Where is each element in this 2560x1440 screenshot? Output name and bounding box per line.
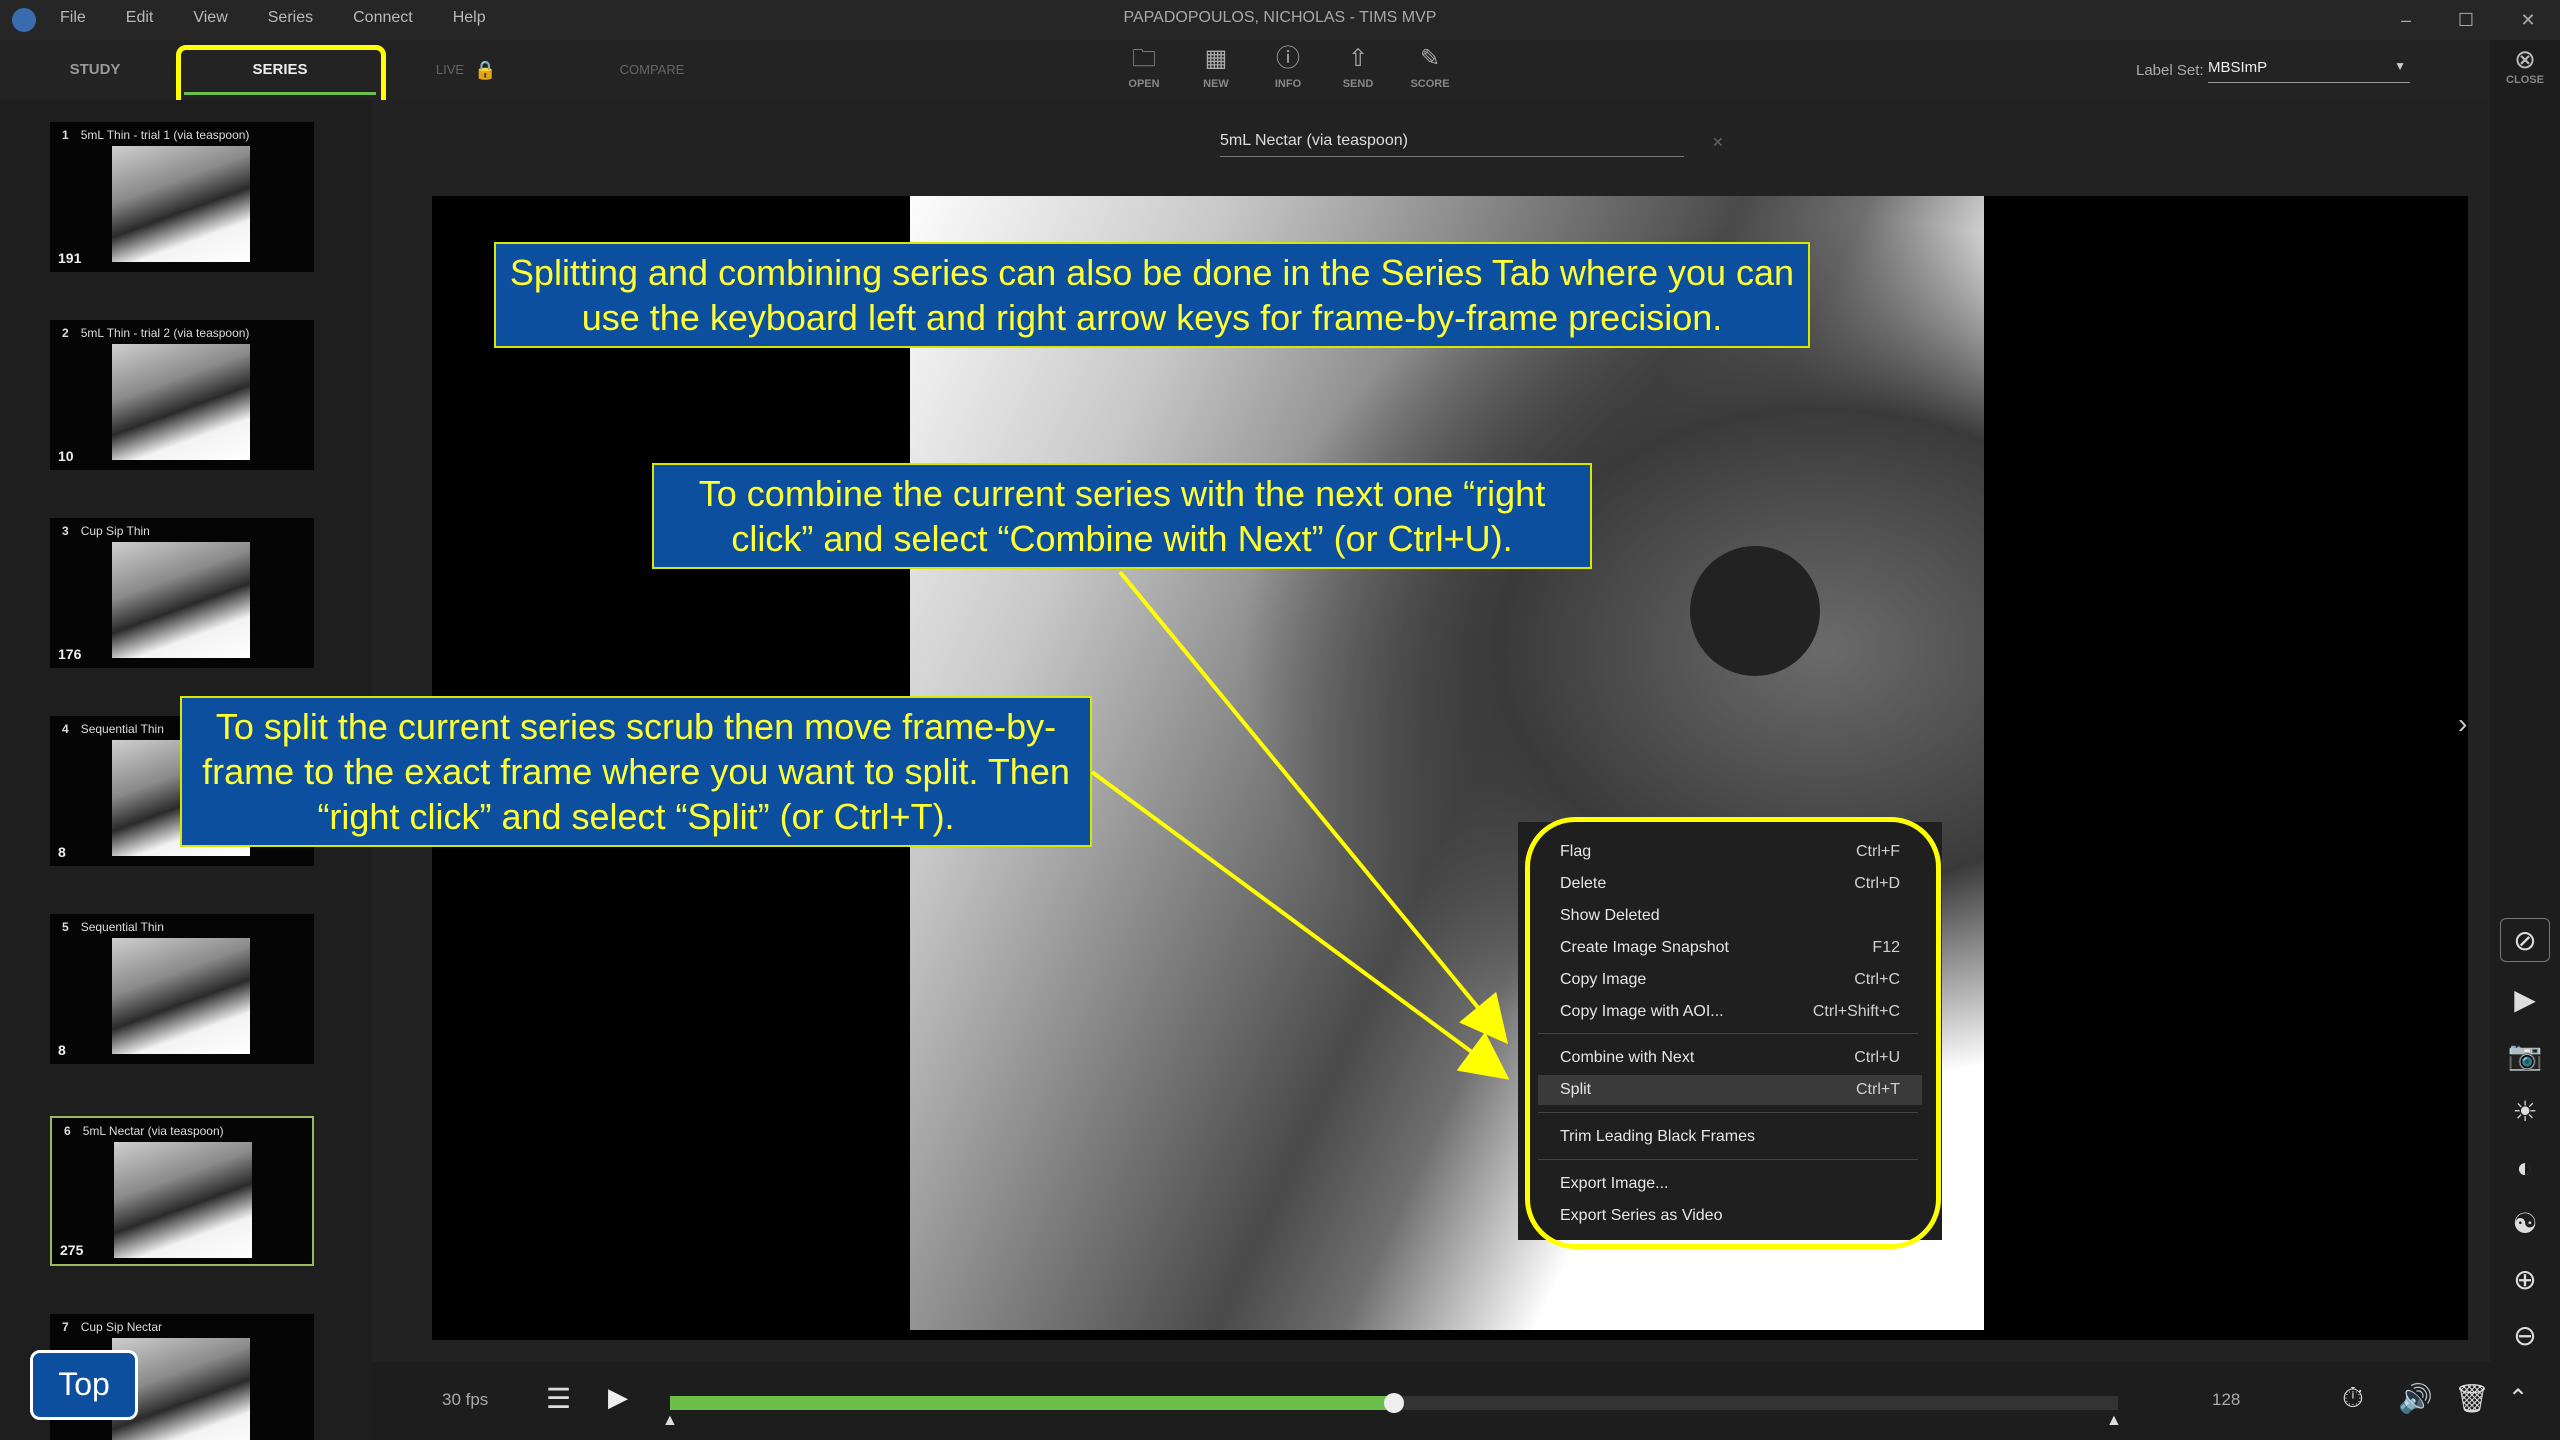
- callout-arrows: [1090, 570, 1510, 1080]
- playback-bar: 30 fps ☰ ▶ ▲ ▲ 128 ⏱ 🔊 🗑 ⌃: [372, 1362, 2560, 1440]
- context-menu-highlight: [1525, 817, 1941, 1249]
- combine-arrow: [1118, 570, 1509, 1045]
- frame-number: 128: [2212, 1390, 2241, 1409]
- timeline-scrubber[interactable]: [1384, 1393, 1404, 1413]
- trash-icon[interactable]: 🗑: [2454, 1382, 2490, 1415]
- volume-icon[interactable]: 🔊: [2398, 1382, 2433, 1415]
- timeline-fill: [670, 1396, 1394, 1410]
- playlist-icon[interactable]: ☰: [546, 1382, 571, 1415]
- split-arrow: [1090, 770, 1510, 1080]
- fps-readout: 30 fps: [442, 1390, 489, 1409]
- collapse-icon[interactable]: ⌃: [2508, 1384, 2528, 1413]
- timer-icon[interactable]: ⏱: [2342, 1382, 2364, 1415]
- play-icon[interactable]: ▶: [608, 1382, 628, 1413]
- top-button[interactable]: Top: [30, 1350, 138, 1420]
- trim-start-marker-icon[interactable]: ▲: [662, 1412, 678, 1430]
- timeline-track[interactable]: [670, 1393, 2118, 1413]
- trim-end-marker-icon[interactable]: ▲: [2106, 1412, 2122, 1430]
